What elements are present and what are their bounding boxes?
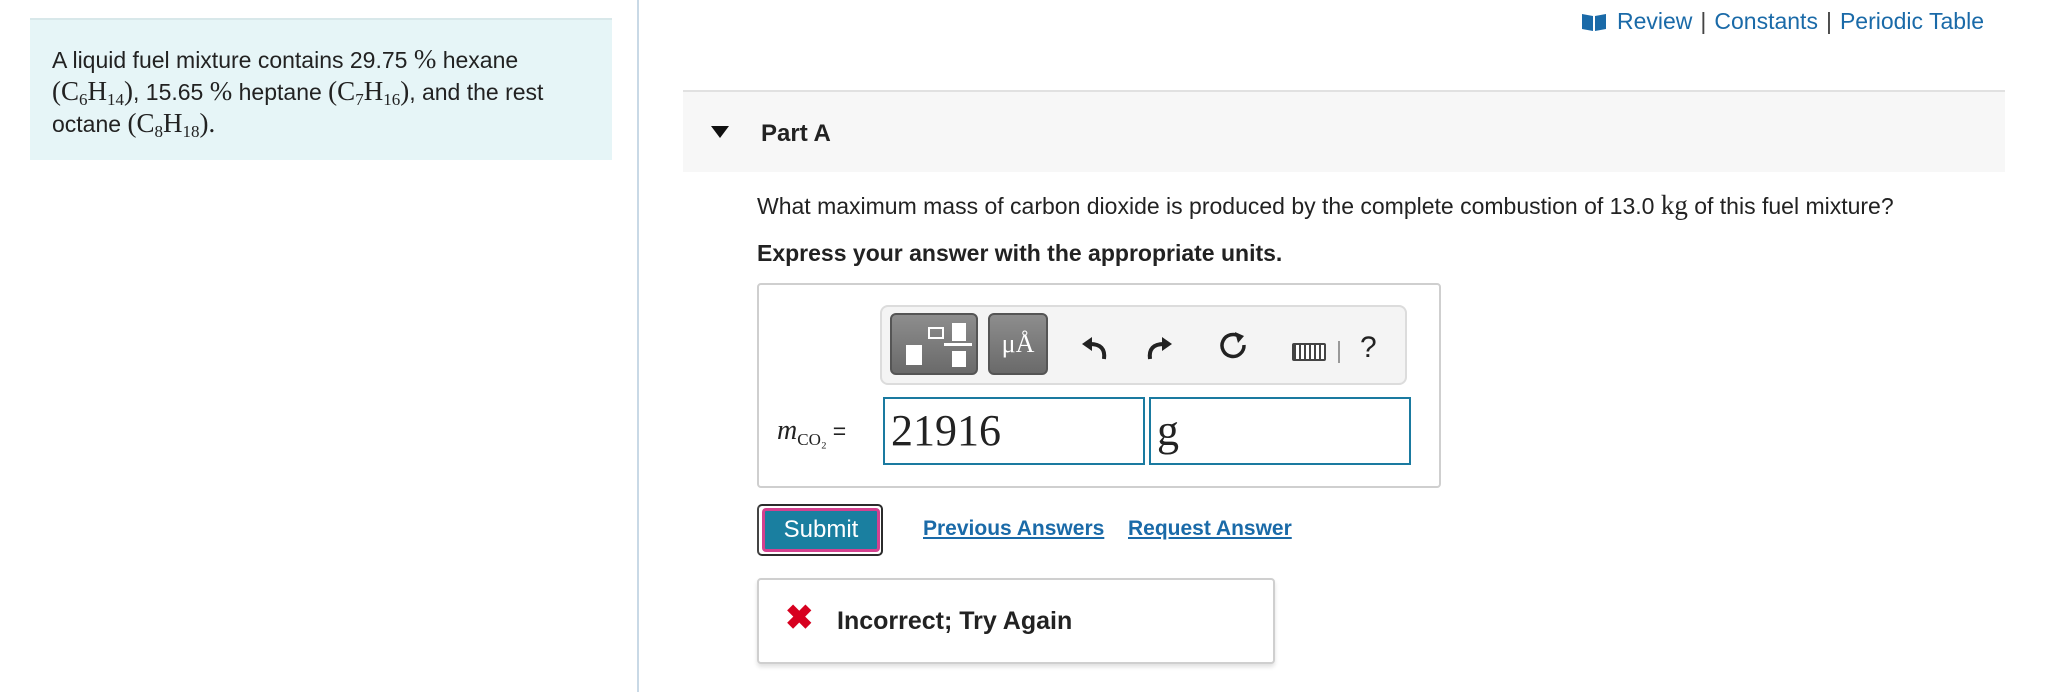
previous-answers-link[interactable]: Previous Answers: [923, 517, 1104, 541]
math-toolbar: μÅ ?: [880, 305, 1407, 385]
toolbar-separator: [1338, 341, 1340, 363]
submit-button[interactable]: Submit: [762, 508, 880, 552]
help-button[interactable]: ?: [1360, 331, 1377, 365]
undo-icon[interactable]: [1078, 329, 1112, 363]
review-link[interactable]: Review: [1617, 8, 1692, 35]
separator: |: [1825, 8, 1832, 34]
units-button[interactable]: μÅ: [988, 313, 1048, 375]
question-text: What maximum mass of carbon dioxide is p…: [757, 190, 1894, 220]
collapse-triangle-icon[interactable]: [711, 126, 729, 138]
constants-link[interactable]: Constants: [1714, 8, 1818, 35]
part-a-header[interactable]: Part A: [683, 90, 2005, 172]
hexane-formula: (C6H14): [52, 76, 134, 109]
answer-value-input[interactable]: 21916: [883, 397, 1145, 465]
book-icon: [1581, 13, 1606, 31]
separator: |: [1700, 8, 1707, 34]
keyboard-icon[interactable]: [1292, 343, 1326, 361]
redo-icon[interactable]: [1142, 329, 1176, 363]
reset-icon[interactable]: [1216, 329, 1250, 363]
problem-line-3: octane (C8H18).: [52, 108, 216, 141]
octane-formula: (C8H18): [127, 108, 209, 141]
part-title: Part A: [761, 120, 831, 147]
feedback-box: ✖ Incorrect; Try Again: [757, 578, 1275, 664]
heptane-formula: (C7H16): [328, 76, 410, 109]
problem-line-1: A liquid fuel mixture contains 29.75 % h…: [52, 44, 519, 74]
periodic-table-link[interactable]: Periodic Table: [1840, 8, 1984, 35]
answer-variable-label: mCO₂ =: [777, 415, 847, 449]
problem-line-2: (C6H14), 15.65 % heptane (C7H16), and th…: [52, 76, 544, 109]
x-icon: ✖: [785, 599, 814, 637]
feedback-message: Incorrect; Try Again: [837, 607, 1073, 635]
column-divider: [637, 0, 639, 692]
problem-statement: A liquid fuel mixture contains 29.75 % h…: [30, 18, 612, 160]
mass-unit: kg: [1660, 190, 1688, 220]
resource-links: Review | Constants | Periodic Table: [1581, 8, 1984, 35]
answer-box: μÅ ? mCO₂ = 21916 g: [757, 283, 1441, 488]
percent-sign: %: [413, 44, 437, 74]
answer-instruction: Express your answer with the appropriate…: [757, 240, 1283, 266]
templates-button[interactable]: [890, 313, 978, 375]
answer-unit-input[interactable]: g: [1149, 397, 1411, 465]
request-answer-link[interactable]: Request Answer: [1128, 517, 1292, 541]
